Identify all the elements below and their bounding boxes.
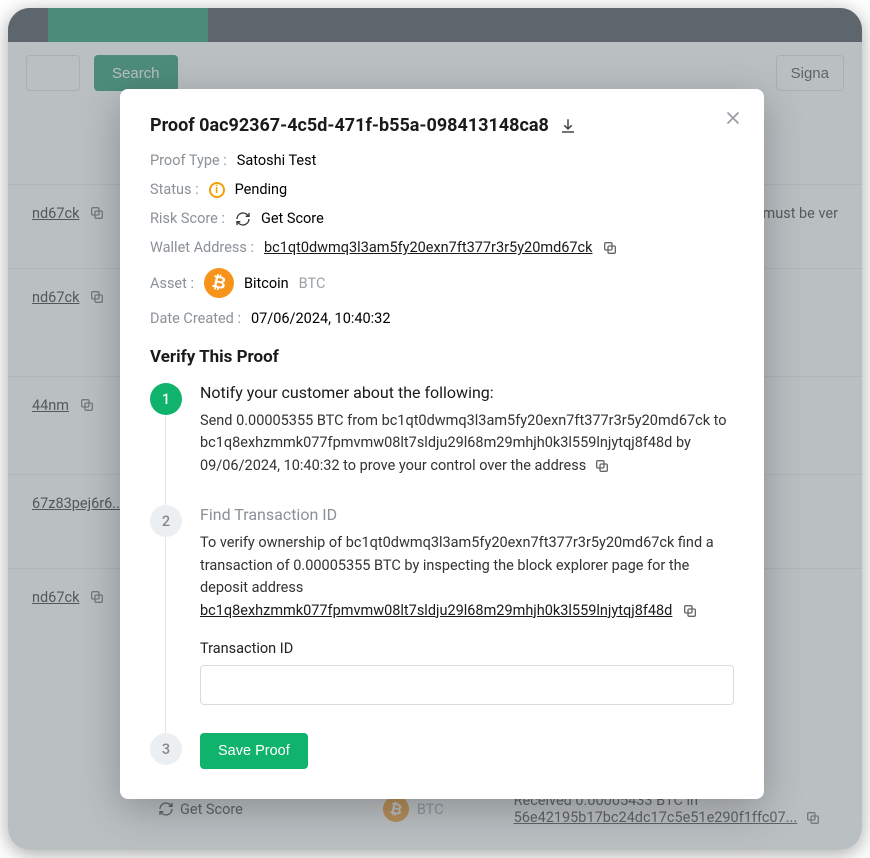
wallet-address-label: Wallet Address [150, 239, 254, 256]
proof-type-label: Proof Type [150, 152, 227, 169]
close-button[interactable] [722, 107, 744, 129]
verify-steps: 1 Notify your customer about the followi… [150, 383, 734, 769]
refresh-icon[interactable] [235, 211, 251, 227]
asset-name: Bitcoin [244, 275, 289, 292]
step-number-3: 3 [150, 733, 182, 765]
step-number-2: 2 [150, 505, 182, 537]
step-2: 2 Find Transaction ID To verify ownershi… [150, 505, 734, 733]
date-created-label: Date Created [150, 310, 241, 327]
proof-type-value: Satoshi Test [237, 152, 317, 169]
proof-metadata: Proof Type Satoshi Test Status i Pending… [150, 152, 734, 327]
asset-ticker: BTC [299, 275, 326, 292]
pending-icon: i [209, 182, 225, 198]
step-1-instructions: Send 0.00005355 BTC from bc1qt0dwmq3l3am… [200, 412, 727, 474]
copy-icon[interactable] [682, 603, 698, 619]
status-label: Status [150, 181, 199, 198]
wallet-address-link[interactable]: bc1qt0dwmq3l3am5fy20exn7ft377r3r5y20md67… [264, 239, 593, 256]
date-created-value: 07/06/2024, 10:40:32 [251, 310, 391, 327]
modal-title: Proof 0ac92367-4c5d-471f-b55a-098413148c… [150, 115, 549, 136]
modal-title-row: Proof 0ac92367-4c5d-471f-b55a-098413148c… [150, 115, 734, 136]
step-1-title: Notify your customer about the following… [200, 383, 734, 402]
deposit-address-link[interactable]: bc1q8exhzmmk077fpmvmw08lt7sldju29l68m29m… [200, 602, 672, 619]
step-2-text: To verify ownership of bc1qt0dwmq3l3am5f… [200, 532, 734, 622]
step-number-1: 1 [150, 383, 182, 415]
get-score-action[interactable]: Get Score [261, 210, 324, 227]
transaction-id-label: Transaction ID [200, 640, 734, 657]
status-value: Pending [235, 181, 288, 198]
proof-modal: Proof 0ac92367-4c5d-471f-b55a-098413148c… [120, 89, 764, 799]
copy-icon[interactable] [594, 458, 610, 474]
download-icon[interactable] [559, 117, 577, 135]
verify-section-title: Verify This Proof [150, 347, 734, 367]
save-proof-button[interactable]: Save Proof [200, 733, 308, 769]
asset-label: Asset [150, 275, 194, 292]
step-1: 1 Notify your customer about the followi… [150, 383, 734, 505]
transaction-id-input[interactable] [200, 665, 734, 705]
copy-icon[interactable] [602, 240, 618, 256]
step-2-instructions: To verify ownership of bc1qt0dwmq3l3am5f… [200, 534, 714, 596]
step-1-text: Send 0.00005355 BTC from bc1qt0dwmq3l3am… [200, 410, 734, 477]
step-3: 3 Save Proof [150, 733, 734, 769]
bitcoin-icon: ₿ [201, 265, 237, 301]
step-2-title: Find Transaction ID [200, 505, 734, 524]
risk-score-label: Risk Score [150, 210, 225, 227]
